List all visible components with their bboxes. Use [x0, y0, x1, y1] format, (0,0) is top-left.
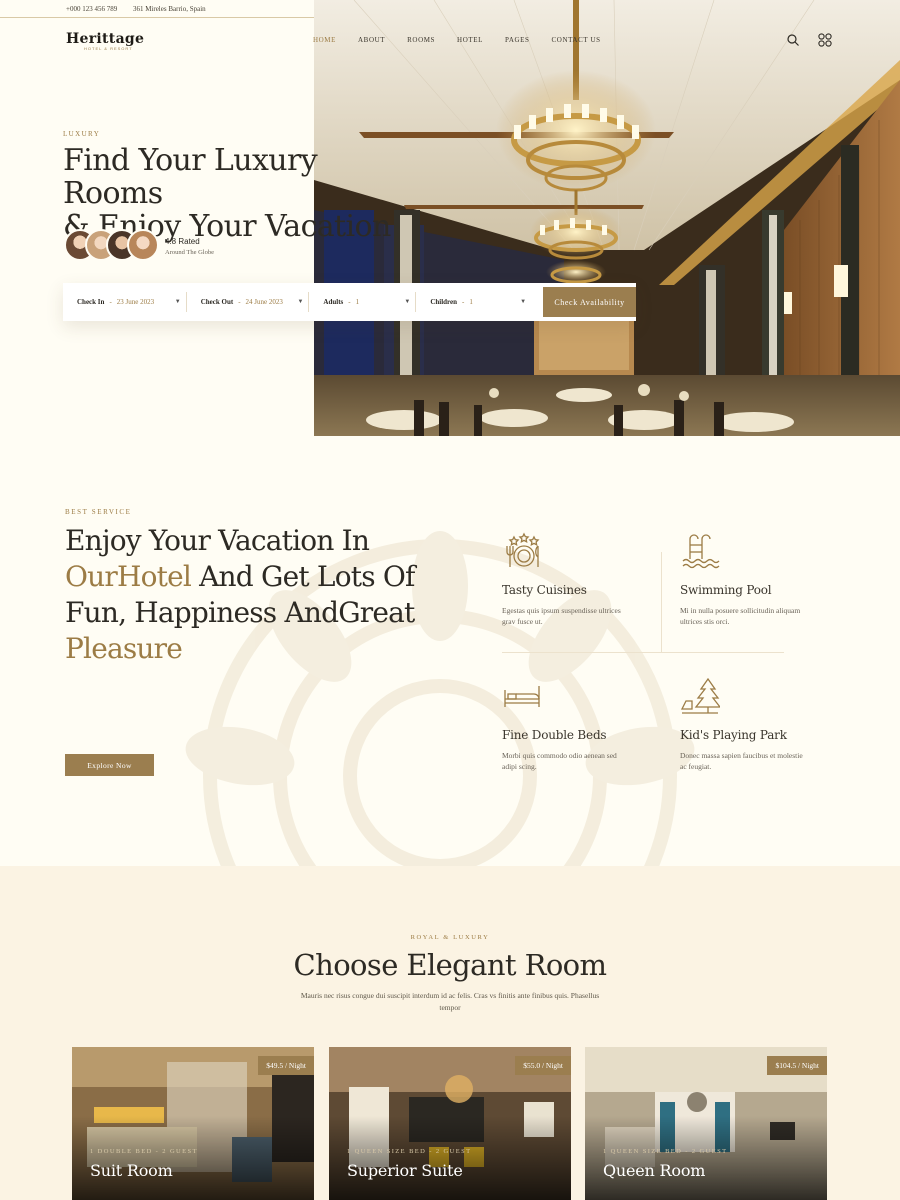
room-name[interactable]: Queen Room	[603, 1161, 705, 1180]
feature-kids-playing-park: Kid's Playing Park Donec massa sapien fa…	[680, 676, 840, 772]
feature-title: Fine Double Beds	[502, 728, 607, 742]
separator: -	[348, 298, 351, 306]
feature-swimming-pool: Swimming Pool Mi in nulla posuere sollic…	[680, 531, 840, 627]
price-badge: $49.5 / Night	[258, 1056, 314, 1075]
search-icon[interactable]	[786, 32, 800, 51]
pool-icon	[680, 531, 840, 573]
avatar	[127, 229, 159, 261]
services-title-accent: OurHotel	[65, 560, 192, 593]
feature-text: Egestas quis ipsum suspendisse ultrices …	[502, 606, 621, 626]
guest-avatars	[64, 229, 159, 261]
nav-item-contact-us[interactable]: CONTACT US	[552, 36, 601, 44]
bed-icon	[502, 676, 662, 718]
rooms-description: Mauris nec risus congue dui suscipit int…	[300, 991, 600, 1012]
separator: -	[238, 298, 241, 306]
brand-name: Herittage	[66, 31, 145, 47]
children-value: 1	[469, 298, 473, 306]
room-name[interactable]: Suit Room	[90, 1161, 173, 1180]
services-section: BEST SERVICE Enjoy Your Vacation In OurH…	[0, 436, 900, 866]
rating-subtext: Around The Globe	[165, 249, 214, 256]
chevron-down-icon: ▼	[297, 299, 304, 305]
nav-item-home[interactable]: HOME	[313, 36, 336, 44]
explore-now-button[interactable]: Explore Now	[65, 754, 154, 776]
nav-icons	[786, 32, 832, 51]
booking-form: Check In - 23 June 2023 ▼ Check Out - 24…	[63, 283, 637, 321]
room-card-queen-room[interactable]: $104.5 / Night 1 QUEEN SIZE BED - 2 GUES…	[585, 1047, 827, 1200]
dining-icon	[502, 531, 662, 573]
main-nav: HOME ABOUT ROOMS HOTEL PAGES CONTACT US	[313, 36, 601, 44]
separator: -	[109, 298, 112, 306]
rating-value: 4.8 Rated	[165, 237, 200, 246]
feature-text: Donec massa sapien faucibus et molestie …	[680, 751, 803, 771]
services-title-accent: Pleasure	[65, 632, 183, 665]
feature-title: Swimming Pool	[680, 583, 772, 597]
check-in-field[interactable]: Check In - 23 June 2023 ▼	[63, 292, 187, 312]
nav-item-about[interactable]: ABOUT	[358, 36, 385, 44]
feature-fine-double-beds: Fine Double Beds Morbi quis commodo odio…	[502, 676, 662, 772]
separator: -	[462, 298, 465, 306]
rooms-eyebrow: ROYAL & LUXURY	[410, 934, 490, 941]
phone-number[interactable]: +000 123 456 789	[66, 5, 117, 13]
hero-title-line-1: Find Your Luxury Rooms	[63, 143, 318, 211]
feature-title: Tasty Cuisines	[502, 583, 587, 597]
feature-text: Mi in nulla posuere sollicitudin aliquam…	[680, 606, 801, 626]
room-meta: 1 QUEEN SIZE BED - 2 GUEST	[603, 1148, 728, 1155]
check-out-value: 24 June 2023	[245, 298, 283, 306]
rooms-section: ROYAL & LUXURY Choose Elegant Room Mauri…	[0, 866, 900, 1200]
nav-item-hotel[interactable]: HOTEL	[457, 36, 483, 44]
nav-item-pages[interactable]: PAGES	[505, 36, 530, 44]
price-badge: $104.5 / Night	[767, 1056, 827, 1075]
price-badge: $55.0 / Night	[515, 1056, 571, 1075]
chevron-down-icon: ▼	[404, 299, 411, 305]
chevron-down-icon: ▼	[174, 299, 181, 305]
room-meta: 1 QUEEN SIZE BED - 2 GUEST	[347, 1148, 472, 1155]
park-icon	[680, 676, 840, 718]
room-meta: 1 DOUBLE BED - 2 GUEST	[90, 1148, 198, 1155]
brand-logo[interactable]: Herittage HOTEL & RESORT	[66, 28, 145, 51]
room-card-superior-suite[interactable]: $55.0 / Night 1 QUEEN SIZE BED - 2 GUEST…	[329, 1047, 571, 1200]
check-in-label: Check In	[77, 298, 105, 306]
check-availability-button[interactable]: Check Availability	[543, 287, 637, 317]
adults-select[interactable]: Adults - 1 ▼	[309, 292, 417, 312]
children-select[interactable]: Children - 1 ▼	[416, 292, 531, 312]
grid-menu-icon[interactable]	[818, 32, 832, 51]
room-name[interactable]: Superior Suite	[347, 1161, 463, 1180]
rating-block: 4.8 Rated Around The Globe	[165, 237, 214, 256]
feature-title: Kid's Playing Park	[680, 728, 787, 742]
contact-info: +000 123 456 789 361 Mireles Barrio, Spa…	[66, 5, 220, 13]
feature-text: Morbi quis commodo odio aenean sed adipi…	[502, 751, 617, 771]
check-in-value: 23 June 2023	[116, 298, 155, 306]
check-out-label: Check Out	[200, 298, 234, 306]
children-label: Children	[430, 298, 458, 306]
brand-tagline: HOTEL & RESORT	[84, 46, 133, 51]
chevron-down-icon: ▼	[520, 299, 527, 305]
hero-eyebrow: LUXURY	[63, 130, 101, 138]
divider	[502, 652, 784, 653]
feature-tasty-cuisines: Tasty Cuisines Egestas quis ipsum suspen…	[502, 531, 662, 627]
services-title-part: Enjoy Your Vacation In	[65, 524, 370, 557]
services-title: Enjoy Your Vacation In OurHotel And Get …	[65, 523, 445, 667]
adults-value: 1	[355, 298, 360, 306]
services-eyebrow: BEST SERVICE	[65, 508, 132, 516]
adults-label: Adults	[323, 298, 344, 306]
address: 361 Mireles Barrio, Spain	[132, 5, 206, 13]
rooms-title: Choose Elegant Room	[293, 948, 608, 982]
check-out-field[interactable]: Check Out - 24 June 2023 ▼	[187, 292, 310, 312]
nav-item-rooms[interactable]: ROOMS	[407, 36, 435, 44]
room-card-suit-room[interactable]: $49.5 / Night 1 DOUBLE BED - 2 GUEST Sui…	[72, 1047, 314, 1200]
